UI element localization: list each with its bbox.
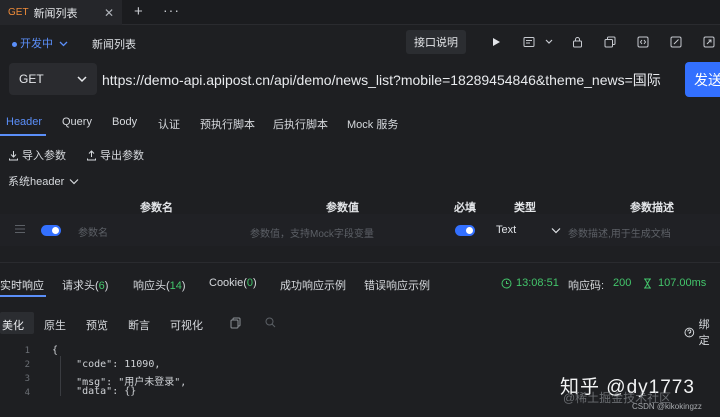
status-dropdown[interactable]: 开发中 [12,35,68,51]
method-value: GET [19,72,44,86]
export-label: 导出参数 [100,150,144,162]
tab-realtime-response[interactable]: 实时响应 [0,277,44,293]
tab-auth[interactable]: 认证 [158,116,180,132]
tab-query[interactable]: Query [62,116,92,128]
save-doc-icon[interactable] [519,33,539,51]
system-header-toggle[interactable]: 系统header [8,173,79,189]
response-headers-close-paren: ) [181,280,186,292]
request-headers-close-paren: ) [104,280,109,292]
param-value-input[interactable]: 参数值，支持Mock字段变量 [250,225,374,240]
import-params-button[interactable]: 导入参数 [8,147,66,163]
response-headers-count: 14 [169,280,182,292]
request-headers-label: 请求头( [62,280,99,292]
status-dot-icon [12,41,17,47]
line-number: 2 [24,360,30,370]
system-header-label: 系统header [8,176,65,188]
response-time: 13:08:51 [516,277,559,289]
share-icon[interactable] [699,33,719,51]
status-code: 200 [613,277,632,289]
tab-body[interactable]: Body [112,116,137,128]
type-select-value[interactable]: Text [496,224,516,236]
col-header-required: 必填 [454,202,476,214]
bind-button[interactable]: 绑定 [684,316,720,348]
tab-cookie[interactable]: Cookie(0) [209,277,257,289]
tab-pre-script[interactable]: 预执行脚本 [200,116,255,132]
divider [0,262,720,263]
tab-title: 新闻列表 [33,7,78,20]
cookie-close-paren: ) [253,277,257,289]
close-icon[interactable]: ✕ [104,6,114,20]
col-header-type: 类型 [514,202,536,214]
tab-mock[interactable]: Mock 服务 [347,116,398,132]
tab-error-example[interactable]: 错误响应示例 [364,277,430,293]
response-headers-label: 响应头( [133,280,170,292]
col-header-name: 参数名 [140,202,173,214]
url-input[interactable]: https://demo-api.apipost.cn/api/demo/new… [102,70,678,90]
line-number: 4 [24,388,30,398]
code-line: "data": {} [52,386,137,397]
send-button[interactable]: 发送 [685,62,720,97]
param-description-input[interactable]: 参数描述,用于生成文档 [568,225,671,240]
search-icon[interactable] [265,317,276,328]
export-icon [87,149,96,160]
bind-label: 绑定 [698,319,710,347]
drag-handle-icon[interactable] [14,224,26,234]
tab-post-script[interactable]: 后执行脚本 [273,116,328,132]
import-label: 导入参数 [22,150,66,162]
tab-method: GET [8,7,29,18]
view-pretty[interactable]: 美化 [2,317,24,333]
api-name-input[interactable]: 新闻列表 [92,36,136,52]
active-tab-indicator [0,295,46,297]
chevron-down-icon [59,41,68,47]
cookie-label: Cookie( [209,277,247,289]
required-toggle[interactable] [455,225,475,236]
copy-icon[interactable] [600,33,620,51]
chevron-down-icon [69,178,79,184]
view-visualize[interactable]: 可视化 [170,317,203,333]
line-number: 1 [24,346,30,356]
code-line: { [52,345,59,356]
tab-response-headers[interactable]: 响应头(14) [133,277,186,293]
view-raw[interactable]: 原生 [44,317,66,333]
view-preview[interactable]: 预览 [86,317,108,333]
row-enable-toggle[interactable] [41,225,61,236]
help-icon [684,327,695,337]
status-code-label: 响应码: [568,280,605,292]
add-tab-icon[interactable]: + [134,3,143,20]
watermark-csdn: CSDN @kikokingzz [632,402,702,411]
col-header-value: 参数值 [326,202,359,214]
col-header-description: 参数描述 [630,202,674,214]
method-select[interactable]: GET [9,63,97,95]
code-line: "code": 11090, [52,359,161,370]
chevron-down-icon[interactable] [544,33,554,51]
more-icon[interactable]: ··· [163,2,180,18]
response-duration: 107.00ms [658,277,707,289]
api-doc-button[interactable]: 接口说明 [406,30,466,54]
toolbar-icons [486,33,719,51]
status-label: 开发中 [20,38,53,50]
code-icon[interactable] [633,33,653,51]
param-name-input[interactable]: 参数名 [78,224,108,239]
lock-icon[interactable] [567,33,587,51]
line-number: 3 [24,374,30,384]
hourglass-icon [644,278,651,289]
edit-icon[interactable] [666,33,686,51]
import-icon [9,150,18,160]
request-tab[interactable]: GET 新闻列表 ✕ [0,0,122,25]
view-assert[interactable]: 断言 [128,317,150,333]
tab-success-example[interactable]: 成功响应示例 [280,277,346,293]
chevron-down-icon [77,76,87,83]
chevron-down-icon[interactable] [551,227,561,234]
copy-icon[interactable] [230,317,241,329]
export-params-button[interactable]: 导出参数 [86,147,144,163]
tab-header[interactable]: Header [6,116,42,128]
tab-request-headers[interactable]: 请求头(6) [62,277,108,293]
clock-icon [501,278,512,289]
active-tab-indicator [0,134,46,136]
run-icon[interactable] [486,33,506,51]
